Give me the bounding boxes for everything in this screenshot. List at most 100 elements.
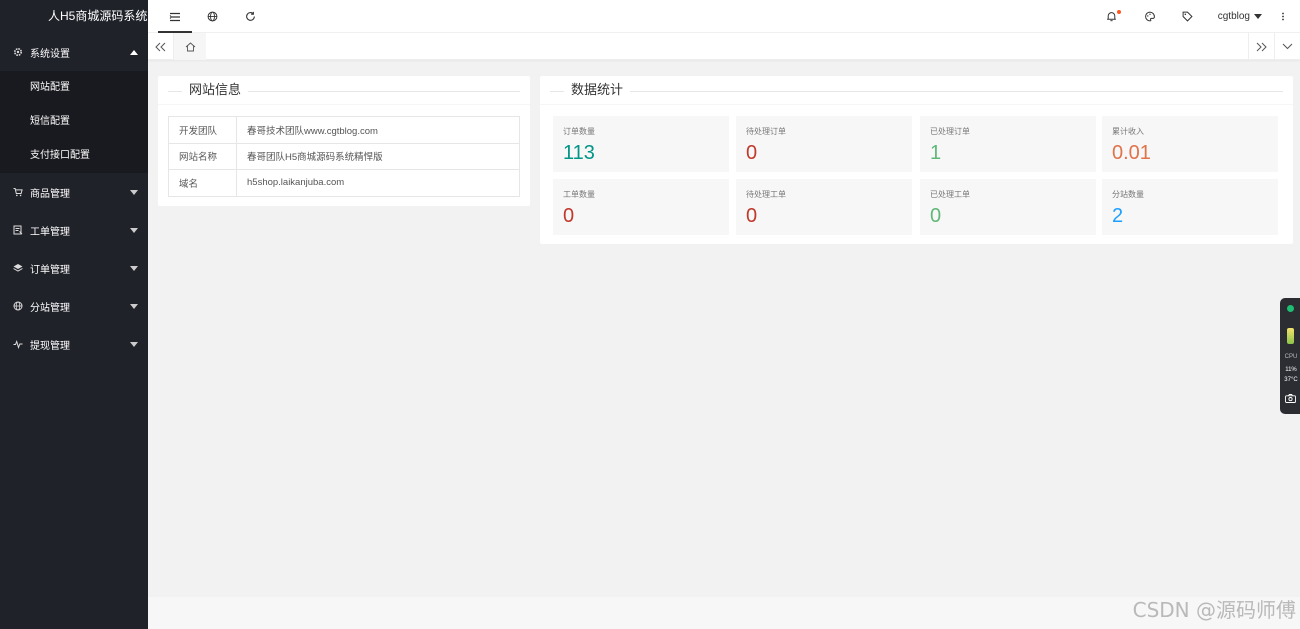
- stat-label: 待处理订单: [746, 127, 786, 136]
- cpu-temp: 37°C: [1284, 377, 1298, 383]
- website-home-button[interactable]: [195, 0, 229, 33]
- cpu-usage: 11%: [1285, 367, 1297, 373]
- chevron-down-icon: [130, 265, 138, 271]
- globe-icon: [207, 11, 217, 22]
- watermark: CSDN @源码师傅: [1132, 598, 1296, 622]
- card-header: 网站信息: [158, 76, 530, 105]
- card-title: 数据统计: [564, 82, 631, 98]
- globe-icon: [12, 300, 24, 312]
- more-vertical-icon: [1282, 12, 1284, 21]
- stat-label: 待处理工单: [746, 190, 786, 199]
- tag-icon: [1182, 11, 1193, 22]
- stat-value: 0: [563, 205, 575, 227]
- sidebar-item-products[interactable]: 商品管理: [0, 173, 148, 211]
- stat-ticket-count[interactable]: 工单数量 0: [553, 179, 729, 235]
- sidebar-subitem-sms-config[interactable]: 短信配置: [0, 105, 148, 139]
- more-button[interactable]: [1266, 0, 1300, 33]
- stat-label: 订单数量: [563, 127, 595, 136]
- stat-value: 1: [930, 142, 942, 164]
- cart-icon: [12, 186, 24, 198]
- stat-processed-orders[interactable]: 已处理订单 1: [920, 116, 1096, 172]
- stat-total-income[interactable]: 累计收入 0.01: [1102, 116, 1278, 172]
- sidebar-item-label: 系统设置: [30, 48, 70, 60]
- ticket-icon: [12, 224, 24, 236]
- double-chevron-left-icon: [155, 42, 166, 51]
- sidebar-item-system-settings[interactable]: 系统设置: [0, 33, 148, 71]
- table-row: 域名 h5shop.laikanjuba.com: [168, 169, 520, 197]
- chevron-down-icon: [130, 303, 138, 309]
- stat-value: 0: [930, 205, 942, 227]
- card-header: 数据统计: [540, 76, 1293, 105]
- stat-label: 已处理工单: [930, 190, 970, 199]
- chevron-down-icon: [1282, 43, 1293, 50]
- app-logo[interactable]: 人H5商城源码系统: [0, 0, 148, 33]
- stat-substation-count[interactable]: 分站数量 2: [1102, 179, 1278, 235]
- website-info-table: 开发团队 春哥技术团队www.cgtblog.com 网站名称 春哥团队H5商城…: [168, 116, 520, 197]
- stat-label: 工单数量: [563, 190, 595, 199]
- chevron-down-icon: [130, 341, 138, 347]
- stat-value: 2: [1112, 205, 1124, 227]
- sidebar-subitem-site-config[interactable]: 网站配置: [0, 71, 148, 105]
- refresh-icon: [245, 11, 255, 21]
- cpu-monitor-widget[interactable]: CPU 11% 37°C: [1280, 298, 1300, 414]
- menu-fold-icon: [169, 12, 180, 21]
- user-menu[interactable]: cgtblog: [1218, 0, 1262, 33]
- sidebar-item-label: 工单管理: [30, 226, 70, 238]
- stat-label: 已处理订单: [930, 127, 970, 136]
- refresh-button[interactable]: [233, 0, 267, 33]
- sidebar-subitem-payment-config[interactable]: 支付接口配置: [0, 139, 148, 173]
- pulse-icon: [12, 338, 24, 350]
- sidebar-item-substations[interactable]: 分站管理: [0, 287, 148, 325]
- system-settings-submenu: 网站配置 短信配置 支付接口配置: [0, 71, 148, 173]
- chevron-down-icon: [130, 189, 138, 195]
- camera-icon[interactable]: [1285, 394, 1296, 403]
- tabs-dropdown-button[interactable]: [1274, 33, 1300, 60]
- info-value: 春哥团队H5商城源码系统精悍版: [236, 142, 520, 170]
- tag-button[interactable]: [1170, 0, 1204, 33]
- sidebar-item-orders[interactable]: 订单管理: [0, 249, 148, 287]
- sidebar-item-tickets[interactable]: 工单管理: [0, 211, 148, 249]
- status-dot: [1287, 305, 1294, 312]
- info-value: h5shop.laikanjuba.com: [236, 169, 520, 197]
- theme-button[interactable]: [1133, 0, 1167, 33]
- tab-home[interactable]: [174, 33, 206, 60]
- tabs-scroll-left-button[interactable]: [148, 33, 174, 60]
- page-tabs-bar: [148, 33, 1300, 60]
- double-chevron-right-icon: [1256, 42, 1267, 51]
- stat-value: 0.01: [1112, 142, 1151, 164]
- cpu-label: CPU: [1284, 354, 1298, 360]
- info-value: 春哥技术团队www.cgtblog.com: [236, 116, 520, 144]
- stat-label: 累计收入: [1112, 127, 1144, 136]
- stat-value: 113: [563, 142, 595, 164]
- data-stats-card: 数据统计 订单数量 113 待处理订单 0 已处理订单 1 累计收入 0.01 …: [540, 76, 1293, 244]
- stat-value: 0: [746, 142, 758, 164]
- card-title: 网站信息: [182, 82, 249, 98]
- page-footer: [148, 597, 1300, 629]
- gear-icon: [12, 46, 24, 58]
- chevron-down-icon: [130, 227, 138, 233]
- table-row: 开发团队 春哥技术团队www.cgtblog.com: [168, 116, 520, 144]
- sidebar: 人H5商城源码系统 系统设置 网站配置 短信配置 支付接口配置 商品管理 工单管…: [0, 0, 148, 629]
- sidebar-item-label: 订单管理: [30, 264, 70, 276]
- stat-value: 0: [746, 205, 758, 227]
- stat-order-count[interactable]: 订单数量 113: [553, 116, 729, 172]
- sidebar-item-label: 提现管理: [30, 340, 70, 352]
- username: cgtblog: [1217, 11, 1250, 22]
- chevron-up-icon: [130, 49, 138, 55]
- website-info-card: 网站信息 开发团队 春哥技术团队www.cgtblog.com 网站名称 春哥团…: [158, 76, 530, 206]
- palette-icon: [1145, 11, 1155, 22]
- home-icon: [185, 41, 195, 51]
- bell-icon: [1106, 12, 1116, 22]
- sidebar-item-withdrawals[interactable]: 提现管理: [0, 325, 148, 363]
- stat-processed-tickets[interactable]: 已处理工单 0: [920, 179, 1096, 235]
- menu-toggle-button[interactable]: [158, 0, 192, 33]
- stat-pending-tickets[interactable]: 待处理工单 0: [736, 179, 912, 235]
- info-key: 开发团队: [168, 116, 237, 144]
- tabs-scroll-right-button[interactable]: [1248, 33, 1274, 60]
- stat-pending-orders[interactable]: 待处理订单 0: [736, 116, 912, 172]
- info-key: 域名: [168, 169, 237, 197]
- stat-label: 分站数量: [1112, 190, 1144, 199]
- info-key: 网站名称: [168, 142, 237, 170]
- cpu-level-bar: [1287, 328, 1294, 344]
- notification-button[interactable]: [1094, 0, 1128, 33]
